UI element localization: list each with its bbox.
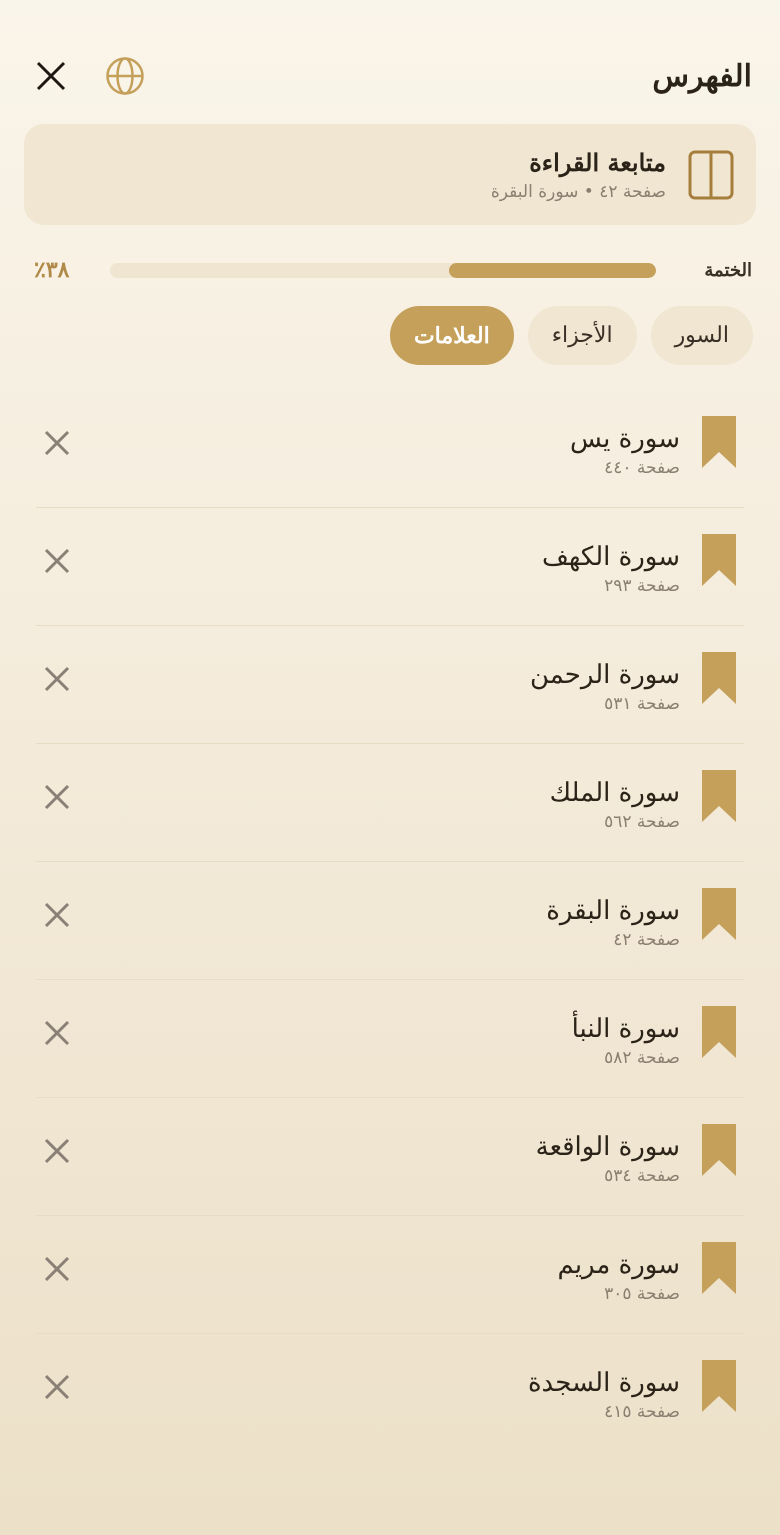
item-title: سورة السجدة [527, 1368, 680, 1398]
bookmark-icon [702, 1124, 736, 1176]
bookmark-icon [702, 416, 736, 468]
remove-icon[interactable] [42, 664, 72, 694]
book-open-icon [688, 150, 734, 199]
item-title: سورة النبأ [571, 1014, 680, 1044]
progress-fill [448, 263, 656, 278]
header-actions [28, 53, 148, 99]
bookmark-icon [702, 652, 736, 704]
bookmark-icon [702, 770, 736, 822]
close-button[interactable] [28, 53, 74, 99]
continue-reading-title: متابعة القراءة [529, 147, 666, 177]
remove-icon[interactable] [42, 1254, 72, 1284]
remove-icon[interactable] [42, 428, 72, 458]
remove-icon[interactable] [42, 1136, 72, 1166]
remove-icon[interactable] [42, 1372, 72, 1402]
list-item[interactable]: سورة البقرة صفحة ٤٢ [36, 862, 744, 980]
khatma-progress: ٣٨٪ الختمة [34, 252, 752, 288]
tab-surahs[interactable]: السور [650, 306, 753, 365]
progress-percent: ٣٨٪ [34, 257, 70, 283]
item-page: صفحة ٥٣١ [604, 694, 680, 714]
list-item[interactable]: سورة النبأ صفحة ٥٨٢ [36, 980, 744, 1098]
page-title: الفهرس [652, 58, 752, 94]
header: الفهرس [28, 44, 752, 108]
list-item[interactable]: سورة الرحمن صفحة ٥٣١ [36, 626, 744, 744]
list-item[interactable]: سورة يس صفحة ٤٤٠ [36, 390, 744, 508]
globe-icon [106, 57, 144, 95]
item-title: سورة الكهف [541, 542, 680, 572]
bookmark-icon [702, 1360, 736, 1412]
continue-reading-card[interactable]: متابعة القراءة صفحة ٤٢ • سورة البقرة [24, 124, 756, 225]
bookmark-icon [702, 534, 736, 586]
bookmark-icon [702, 888, 736, 940]
tab-bookmarks[interactable]: العلامات [389, 306, 514, 365]
item-title: سورة الرحمن [529, 660, 680, 690]
remove-icon[interactable] [42, 1018, 72, 1048]
progress-track [110, 263, 656, 278]
list-item[interactable]: سورة الملك صفحة ٥٦٢ [36, 744, 744, 862]
index-tabs: السور الأجزاء العلامات [389, 306, 753, 365]
bookmark-icon [702, 1006, 736, 1058]
bookmarks-list: سورة يس صفحة ٤٤٠ سورة الكهف صفحة ٢٩٣ سور… [36, 390, 744, 1452]
item-page: صفحة ٣٠٥ [604, 1284, 680, 1304]
item-page: صفحة ٥٨٢ [604, 1048, 680, 1068]
item-page: صفحة ٤٢ [613, 930, 680, 950]
item-title: سورة الواقعة [535, 1132, 680, 1162]
list-item[interactable]: سورة الواقعة صفحة ٥٣٤ [36, 1098, 744, 1216]
item-title: سورة مريم [557, 1250, 680, 1280]
close-icon [36, 61, 66, 91]
item-page: صفحة ٤١٥ [604, 1402, 680, 1422]
continue-reading-subtitle: صفحة ٤٢ • سورة البقرة [490, 181, 666, 202]
list-item[interactable]: سورة مريم صفحة ٣٠٥ [36, 1216, 744, 1334]
item-title: سورة البقرة [546, 896, 680, 926]
remove-icon[interactable] [42, 782, 72, 812]
item-page: صفحة ٤٤٠ [604, 458, 680, 478]
item-page: صفحة ٢٩٣ [604, 576, 680, 596]
item-title: سورة يس [569, 424, 680, 454]
tab-juz[interactable]: الأجزاء [527, 306, 637, 365]
list-item[interactable]: سورة السجدة صفحة ٤١٥ [36, 1334, 744, 1452]
continue-reading-text: متابعة القراءة صفحة ٤٢ • سورة البقرة [491, 146, 666, 204]
remove-icon[interactable] [42, 900, 72, 930]
bookmark-icon [702, 1242, 736, 1294]
progress-label: الختمة [704, 259, 752, 281]
item-page: صفحة ٥٦٢ [604, 812, 680, 832]
list-item[interactable]: سورة الكهف صفحة ٢٩٣ [36, 508, 744, 626]
item-page: صفحة ٥٣٤ [604, 1166, 680, 1186]
remove-icon[interactable] [42, 546, 72, 576]
item-title: سورة الملك [549, 778, 680, 808]
language-button[interactable] [102, 53, 148, 99]
